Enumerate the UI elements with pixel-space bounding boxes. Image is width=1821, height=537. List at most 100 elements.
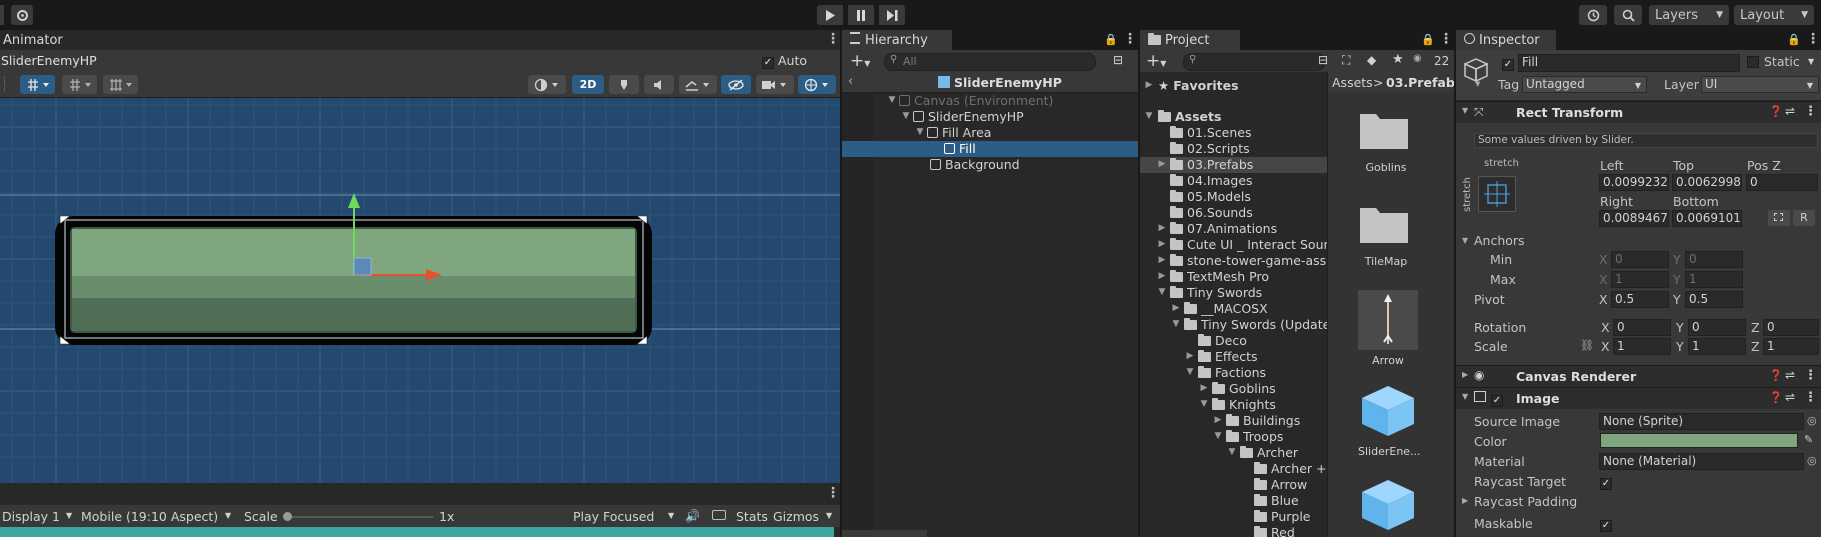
asset-tile[interactable]: Goblins [1358,108,1414,188]
keyboard-shortcuts-icon[interactable] [712,510,726,520]
layer-dropdown[interactable]: UI ▼ [1701,76,1819,93]
auto-save-checkbox[interactable]: ✓ [762,54,774,69]
mute-audio-icon[interactable]: 🔊 [685,509,700,523]
more-options-icon[interactable]: ⋮ [1439,31,1453,47]
more-options-icon[interactable]: ⋮ [826,31,840,47]
expand-arrow-icon[interactable]: ▶ [1198,383,1210,393]
expand-arrow-icon[interactable]: ▼ [1156,287,1168,297]
expand-arrow-icon[interactable]: ▶ [1143,80,1155,90]
play-button[interactable] [817,5,843,25]
project-folder-item[interactable]: Red [1140,525,1328,537]
project-folder-item[interactable]: ▼ Troops [1140,429,1328,445]
expand-arrow-icon[interactable]: ▶ [1212,415,1224,425]
project-folder-item[interactable]: ▼ Tiny Swords (Update ( [1140,317,1328,333]
project-folder-item[interactable]: ▶ 07.Animations [1140,221,1328,237]
expand-arrow-icon[interactable]: ▼ [1212,431,1224,441]
project-folder-item[interactable]: Deco [1140,333,1328,349]
hidden-objects-toggle-icon[interactable] [721,75,751,94]
favorite-star-icon[interactable]: ★ [1392,52,1404,67]
material-field[interactable]: None (Material) [1599,453,1804,470]
hierarchy-item[interactable]: Background [842,157,1138,173]
expand-arrow-icon[interactable]: ▶ [1184,351,1196,361]
expand-arrow-icon[interactable]: ▶ [1156,255,1168,265]
layout-dropdown[interactable]: Layout ▼ [1734,5,1814,25]
shading-mode-button[interactable] [528,75,566,94]
play-focused-dropdown[interactable]: Play Focused ▼ [573,509,678,524]
anchor-max-y-field[interactable]: 1 [1685,271,1743,288]
tag-icon[interactable]: ◆ [1367,53,1376,67]
rotation-z-field[interactable]: 0 [1763,319,1819,336]
expand-arrow-icon[interactable]: ▼ [1170,319,1182,329]
object-picker-icon[interactable]: ◎ [1807,454,1817,467]
rotation-x-field[interactable]: 0 [1613,319,1671,336]
scene-camera-button[interactable] [756,75,794,94]
mode-2d-button[interactable]: 2D [572,75,604,94]
pause-button[interactable] [848,5,874,25]
pivot-y-field[interactable]: 0.5 [1685,291,1743,308]
search-by-type-icon[interactable]: ⊟ [1318,53,1328,67]
presets-icon[interactable]: ⇌ [1785,368,1795,382]
expand-arrow-icon[interactable]: ▶ [1170,303,1182,313]
project-folder-item[interactable]: ▶ Goblins [1140,381,1328,397]
back-arrow-icon[interactable]: ‹ [848,74,853,89]
project-folder-item[interactable]: 06.Sounds [1140,205,1328,221]
project-folder-item[interactable]: 01.Scenes [1140,125,1328,141]
expand-arrow-icon[interactable]: ▼ [1184,367,1196,377]
blueprint-mode-button[interactable] [1768,210,1790,226]
lock-icon[interactable]: 🔒 [1787,33,1801,46]
object-name-field[interactable]: Fill [1518,54,1740,72]
right-field[interactable]: 0.00894671 [1599,210,1669,227]
project-folder-item[interactable]: ▶ __MACOSX [1140,301,1328,317]
grid-snap-button[interactable] [20,75,55,94]
help-icon[interactable]: ❓ [1769,391,1783,404]
hierarchy-item[interactable]: ▼ Fill Area [842,125,1138,141]
create-button[interactable]: +▼ [850,51,870,71]
raw-edit-button[interactable]: R [1793,210,1815,226]
hierarchy-item[interactable]: ▼ Canvas (Environment) [842,93,1138,109]
rotation-y-field[interactable]: 0 [1688,319,1746,336]
expand-arrow-icon[interactable]: ▼ [914,127,926,137]
tab-hierarchy[interactable]: Hierarchy [842,30,952,51]
expand-arrow-icon[interactable]: ▶ [1156,159,1168,169]
image-enabled-checkbox[interactable]: ✓ [1491,392,1503,407]
anchor-min-x-field[interactable]: 0 [1611,251,1669,268]
tag-dropdown[interactable]: Untagged ▼ [1522,76,1647,93]
top-field[interactable]: 0.00629982 [1672,174,1742,191]
static-checkbox[interactable] [1747,56,1759,71]
aspect-dropdown[interactable]: Mobile (19:10 Aspect) ▼ [81,509,237,524]
project-folder-item[interactable]: ▶ stone-tower-game-asse [1140,253,1328,269]
gizmos-toggle-button[interactable] [798,75,836,94]
component-menu-icon[interactable]: ⋮ [1804,390,1817,405]
hierarchy-item[interactable]: ▼ SliderEnemyHP [842,109,1138,125]
object-picker-icon[interactable]: ◎ [1807,414,1817,427]
expand-arrow-icon[interactable]: ▶ [1156,239,1168,249]
anchor-min-y-field[interactable]: 0 [1685,251,1743,268]
pivot-x-field[interactable]: 0.5 [1611,291,1669,308]
expand-arrow-icon[interactable]: ▶ [1156,223,1168,233]
breadcrumb-current[interactable]: 03.Prefabs [1386,75,1454,90]
step-button[interactable] [879,5,905,25]
undo-history-icon[interactable] [1579,5,1607,25]
expand-arrow-icon[interactable]: ▼ [1462,106,1468,115]
expand-arrow-icon[interactable]: ▼ [1143,111,1155,121]
expand-arrow-icon[interactable]: ▶ [1462,370,1468,379]
effects-toggle-button[interactable] [679,75,717,94]
lighting-toggle-icon[interactable] [609,75,639,94]
scene-view[interactable] [0,98,840,483]
breadcrumb-assets[interactable]: Assets [1332,75,1373,90]
tab-project[interactable]: Project [1140,30,1240,51]
project-folder-item[interactable]: 04.Images [1140,173,1328,189]
hidden-packages-eye-icon[interactable]: ◉ [1413,53,1422,64]
project-folder-item[interactable]: Archer + B [1140,461,1328,477]
project-folder-item[interactable]: ▼ Archer [1140,445,1328,461]
stats-button[interactable]: Stats [736,509,768,524]
presets-icon[interactable]: ⇌ [1785,390,1795,404]
asset-tile[interactable] [1358,478,1418,537]
scale-slider-thumb[interactable] [283,512,292,521]
expand-arrow-icon[interactable]: ▼ [1198,399,1210,409]
expand-arrow-icon[interactable]: ▶ [1462,496,1468,505]
canvas-renderer-header[interactable]: ▶ ◉ Canvas Renderer ❓ ⇌ ⋮ [1456,365,1821,387]
expand-arrow-icon[interactable]: ▼ [1462,236,1468,245]
rect-transform-header[interactable]: ▼ ⤧ Rect Transform ❓ ⇌ ⋮ [1456,101,1821,123]
more-options-icon[interactable]: ⋮ [1806,31,1820,47]
